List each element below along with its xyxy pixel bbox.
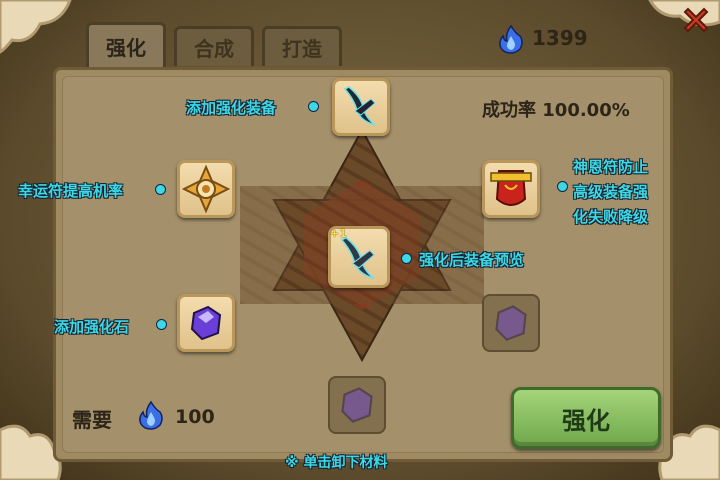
- purple-crystal-faded-icon: [341, 387, 373, 423]
- lucky-charm-slot[interactable]: [177, 160, 235, 218]
- indicator-dot: [558, 182, 567, 191]
- lucky-charm-icon: [181, 164, 231, 214]
- indicator-dot: [157, 320, 166, 329]
- enhance-stone-slot-1[interactable]: [177, 294, 235, 352]
- indicator-dot: [156, 185, 165, 194]
- protection-charm-label-3: 化失败降级: [573, 208, 649, 226]
- indicator-dot: [402, 254, 411, 263]
- success-rate: 成功率 100.00%: [482, 100, 630, 121]
- cost-label: 需要: [72, 408, 112, 432]
- add-equipment-label: 添加强化装备: [186, 99, 277, 117]
- enhance-stone-slot-2[interactable]: [482, 294, 540, 352]
- protection-charm-slot[interactable]: [482, 160, 540, 218]
- equipment-slot[interactable]: [332, 78, 390, 136]
- scythe-weapon-icon: [343, 86, 376, 126]
- cost-amount: 100: [175, 406, 215, 428]
- enhance-stone-slot-3[interactable]: [328, 376, 386, 434]
- lucky-charm-label: 幸运符提高机率: [18, 182, 124, 200]
- hint-text: ※ 单击卸下材料: [285, 455, 388, 471]
- add-stone-label: 添加强化石: [54, 318, 130, 336]
- protection-charm-icon: [490, 170, 532, 206]
- enhance-level-badge: +1: [330, 227, 347, 240]
- purple-crystal-icon: [190, 305, 222, 341]
- indicator-dot: [309, 102, 318, 111]
- blue-flame-icon: [139, 400, 163, 430]
- protection-charm-label-2: 高级装备强: [573, 183, 649, 201]
- game-screen: 强化 合成 打造 1399 成功率 100.00% 添加强化装备 幸运符提高机率…: [0, 0, 720, 480]
- purple-crystal-faded-icon: [495, 305, 527, 341]
- enhance-button[interactable]: 强化: [511, 387, 661, 449]
- protection-charm-label-1: 神恩符防止: [573, 158, 649, 176]
- preview-label: 强化后装备预览: [419, 251, 525, 269]
